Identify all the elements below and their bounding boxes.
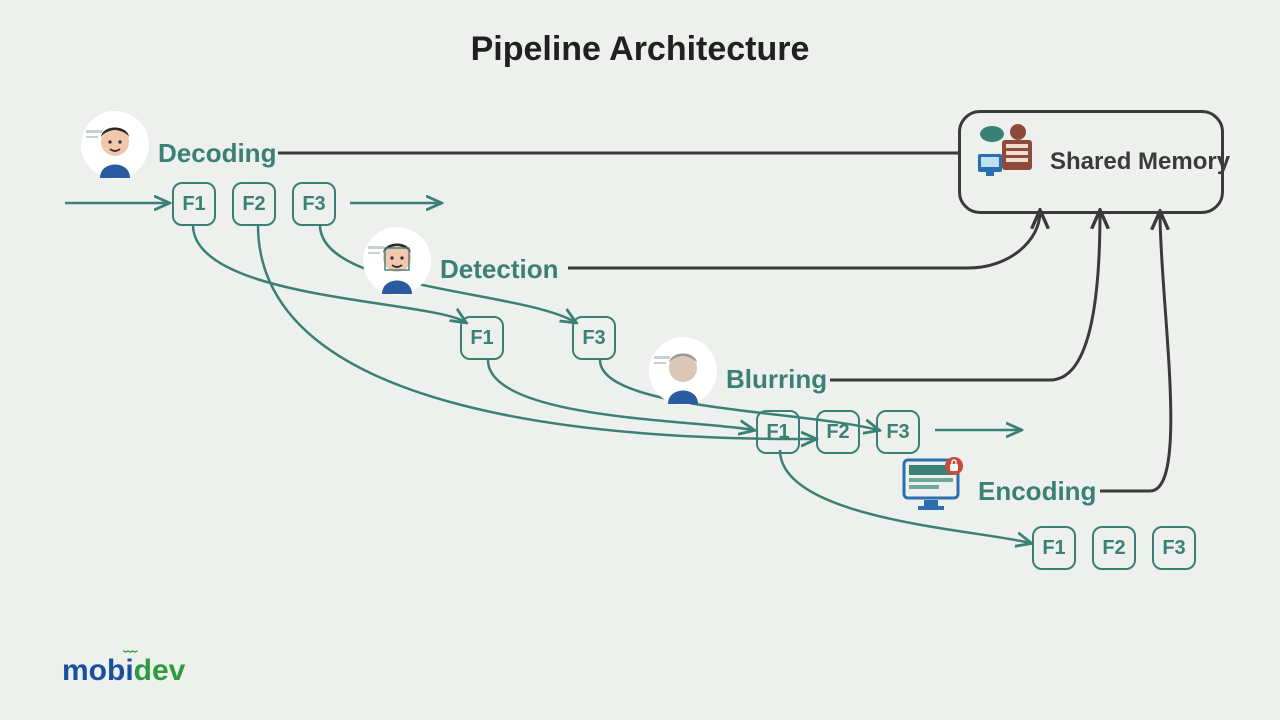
brand-suffix: dev <box>134 654 186 687</box>
avatar-blurring-icon <box>648 336 718 406</box>
avatar-detection-icon <box>362 226 432 296</box>
frame-encoding-f3: F3 <box>1152 526 1196 570</box>
stage-blurring-label: Blurring <box>726 364 827 395</box>
frame-blurring-f3: F3 <box>876 410 920 454</box>
monitor-encoding-icon <box>900 454 968 516</box>
diagram-canvas: Pipeline Architecture <box>0 0 1280 720</box>
stage-detection-label: Detection <box>440 254 558 285</box>
frame-encoding-f2: F2 <box>1092 526 1136 570</box>
frame-detection-f3: F3 <box>572 316 616 360</box>
stage-encoding-label: Encoding <box>978 476 1096 507</box>
brand-logo: mob﹋idev <box>62 654 185 688</box>
frame-decoding-f2: F2 <box>232 182 276 226</box>
server-icon <box>972 122 1042 182</box>
frame-decoding-f1: F1 <box>172 182 216 226</box>
avatar-decoding-icon <box>80 110 150 180</box>
frame-encoding-f1: F1 <box>1032 526 1076 570</box>
frame-detection-f1: F1 <box>460 316 504 360</box>
brand-prefix: mob <box>62 654 125 687</box>
shared-memory-label: Shared Memory <box>1050 148 1230 176</box>
diagram-title: Pipeline Architecture <box>0 30 1280 69</box>
frame-decoding-f3: F3 <box>292 182 336 226</box>
frame-blurring-f2: F2 <box>816 410 860 454</box>
frame-blurring-f1: F1 <box>756 410 800 454</box>
stage-decoding-label: Decoding <box>158 138 276 169</box>
connector-layer <box>0 0 1280 720</box>
